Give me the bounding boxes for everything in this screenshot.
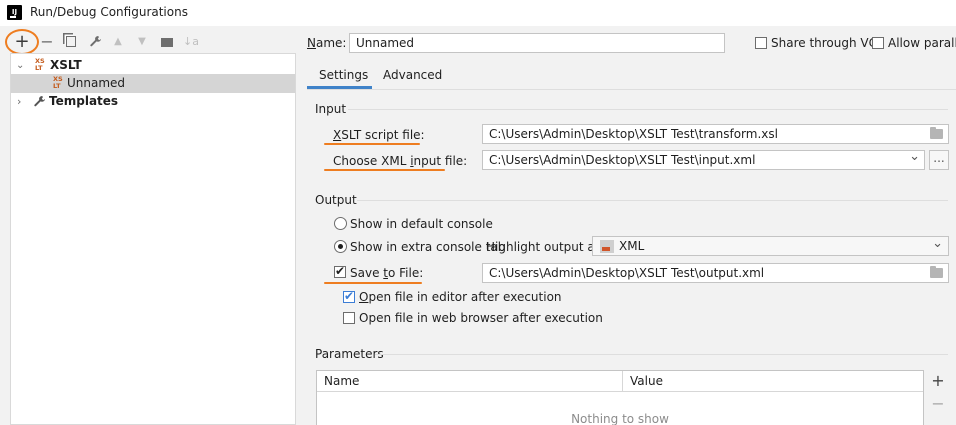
open-in-browser-checkbox[interactable] xyxy=(343,312,355,324)
add-configuration-button[interactable]: + xyxy=(12,33,32,51)
window-title: Run/Debug Configurations xyxy=(30,5,188,19)
open-in-editor-checkbox[interactable]: ✔ xyxy=(343,289,355,303)
name-input[interactable]: Unnamed xyxy=(349,33,725,53)
remove-configuration-button[interactable]: − xyxy=(37,33,57,51)
browse-folder-icon[interactable] xyxy=(930,266,943,278)
xslt-icon: XS LT xyxy=(35,57,45,72)
input-section-divider xyxy=(348,109,948,110)
copy-configuration-button[interactable] xyxy=(61,33,81,51)
open-in-editor-label: Open file in editor after execution xyxy=(359,290,562,304)
tab-divider xyxy=(307,89,956,90)
wrench-icon xyxy=(34,96,45,107)
allow-parallel-label: Allow parallel r xyxy=(888,36,956,50)
move-up-button[interactable]: ▲ xyxy=(108,33,128,51)
sort-button[interactable]: ↓a xyxy=(181,33,201,51)
intellij-logo-icon: IJ xyxy=(7,5,22,20)
xslt-annotation-underline xyxy=(324,143,420,145)
tree-item-label: Templates xyxy=(49,94,119,108)
tree-item-templates[interactable]: › Templates xyxy=(11,92,295,111)
folder-icon xyxy=(161,38,173,47)
save-to-file-checkbox[interactable]: ✔ xyxy=(334,264,346,278)
tree-item-label: XSLT xyxy=(50,58,82,72)
output-section-title: Output xyxy=(315,193,357,207)
configuration-tree: ⌄ XS LT XSLT XS LT Unnamed › Templates xyxy=(10,53,296,425)
input-section-title: Input xyxy=(315,102,347,116)
highlight-output-select[interactable]: XML ⌄ xyxy=(592,236,949,256)
parameters-section-divider xyxy=(375,354,948,355)
name-label: Name: xyxy=(307,36,347,50)
wrench-icon xyxy=(89,36,101,47)
save-annotation-underline xyxy=(324,282,422,284)
show-extra-console-label: Show in extra console tab xyxy=(350,240,506,254)
checkmark-icon: ✔ xyxy=(344,289,355,303)
xslt-script-field[interactable]: C:\Users\Admin\Desktop\XSLT Test\transfo… xyxy=(482,124,949,144)
xslt-script-value: C:\Users\Admin\Desktop\XSLT Test\transfo… xyxy=(489,127,778,141)
xml-file-icon xyxy=(600,240,614,253)
share-vcs-checkbox[interactable] xyxy=(755,37,767,49)
show-extra-console-radio[interactable] xyxy=(334,240,347,253)
checkmark-icon: ✔ xyxy=(335,264,346,278)
xml-input-field[interactable]: C:\Users\Admin\Desktop\XSLT Test\input.x… xyxy=(482,150,925,170)
tree-item-unnamed[interactable]: XS LT Unnamed xyxy=(11,74,295,93)
save-to-file-label: Save to File: xyxy=(350,266,424,280)
highlight-output-value: XML xyxy=(619,239,645,253)
tab-advanced[interactable]: Advanced xyxy=(383,67,442,89)
create-folder-button[interactable] xyxy=(157,33,177,51)
parameters-section-title: Parameters xyxy=(315,347,384,361)
browse-xml-button[interactable]: ... xyxy=(929,150,949,170)
add-parameter-button[interactable]: + xyxy=(929,372,947,390)
column-header-name[interactable]: Name xyxy=(317,371,623,392)
xslt-icon: XS LT xyxy=(53,75,63,90)
move-down-button[interactable]: ▼ xyxy=(132,33,152,51)
share-vcs-label: Share through VCS xyxy=(771,36,885,50)
remove-parameter-button[interactable]: − xyxy=(929,395,947,413)
open-in-browser-label: Open file in web browser after execution xyxy=(359,311,603,325)
browse-folder-icon[interactable] xyxy=(930,127,943,139)
highlight-output-label: Highlight output as: xyxy=(486,240,606,254)
copy-icon xyxy=(66,36,76,47)
chevron-down-icon[interactable]: ⌄ xyxy=(16,56,24,75)
chevron-down-icon[interactable]: ⌄ xyxy=(909,151,920,166)
show-default-console-radio[interactable] xyxy=(334,217,347,230)
tree-item-xslt[interactable]: ⌄ XS LT XSLT xyxy=(11,56,295,75)
allow-parallel-checkbox[interactable] xyxy=(872,37,884,49)
xml-annotation-underline xyxy=(324,169,445,171)
edit-defaults-button[interactable] xyxy=(85,33,105,51)
window-title-bar: IJ Run/Debug Configurations xyxy=(0,0,956,26)
column-header-value[interactable]: Value xyxy=(623,371,923,392)
chevron-right-icon[interactable]: › xyxy=(17,92,21,111)
empty-table-text: Nothing to show xyxy=(571,412,669,425)
show-default-console-label: Show in default console xyxy=(350,217,493,231)
xml-input-value: C:\Users\Admin\Desktop\XSLT Test\input.x… xyxy=(489,153,756,167)
xslt-script-label: XSLT script file: xyxy=(333,128,425,142)
save-to-file-field[interactable]: C:\Users\Admin\Desktop\XSLT Test\output.… xyxy=(482,263,949,283)
output-section-divider xyxy=(357,200,948,201)
chevron-down-icon: ⌄ xyxy=(932,236,943,251)
xml-input-label: Choose XML input file: xyxy=(333,154,468,168)
parameters-table: Name Value Nothing to show xyxy=(316,370,924,425)
tree-item-label: Unnamed xyxy=(67,76,126,90)
save-to-file-value: C:\Users\Admin\Desktop\XSLT Test\output.… xyxy=(489,266,765,280)
